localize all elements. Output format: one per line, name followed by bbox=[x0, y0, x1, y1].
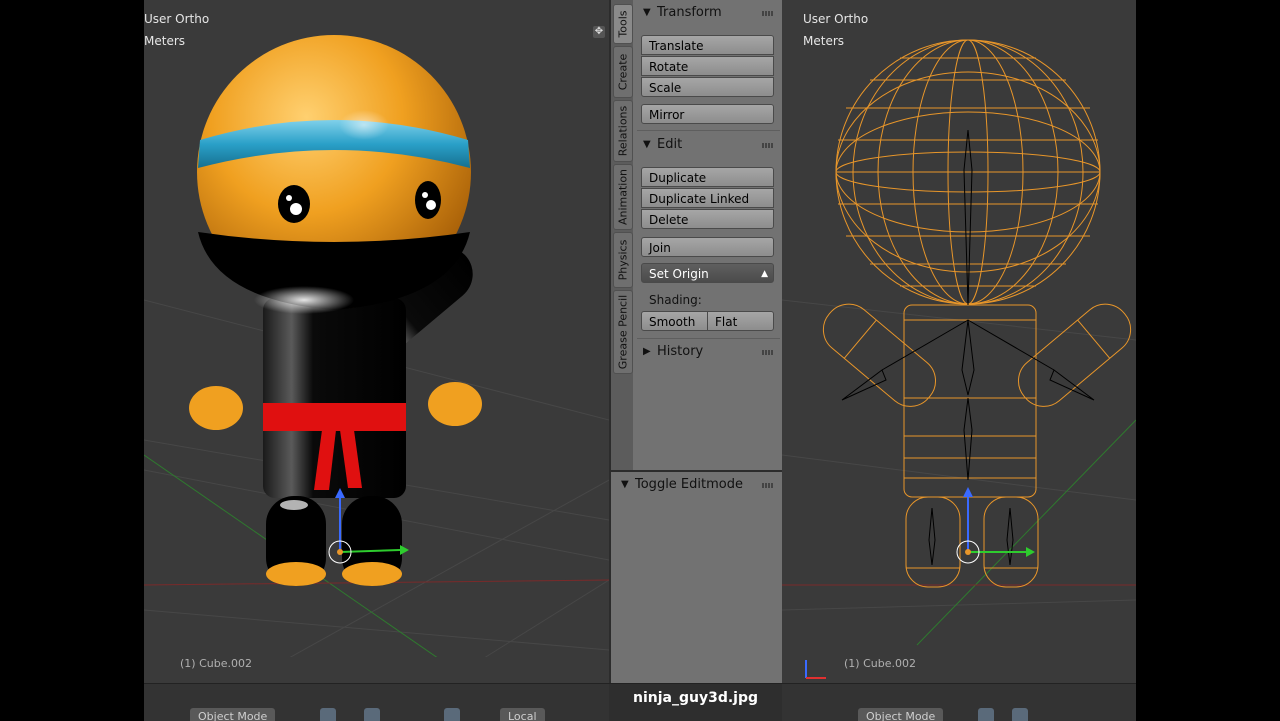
history-panel-header[interactable]: ▶ History bbox=[633, 341, 784, 363]
tools-panel-area: ▼ Transform Translate Rotate Scale Mirro… bbox=[633, 0, 784, 470]
object-mode-dropdown[interactable]: Object Mode bbox=[858, 708, 944, 721]
edit-title: Edit bbox=[657, 137, 683, 152]
transform-panel-header[interactable]: ▼ Transform bbox=[633, 2, 784, 24]
panel-grip-icon[interactable] bbox=[762, 350, 774, 355]
image-caption: ninja_guy3d.jpg bbox=[632, 690, 758, 706]
pivot-point-icon[interactable] bbox=[1012, 708, 1028, 721]
view-mode-label: User Ortho bbox=[144, 12, 210, 26]
viewport-shading-icon[interactable] bbox=[978, 708, 994, 721]
collapse-triangle-icon: ▼ bbox=[621, 479, 629, 490]
orientation-dropdown[interactable]: Local bbox=[500, 708, 545, 721]
updown-arrows-icon: ▲ bbox=[761, 269, 768, 279]
active-object-label: (1) Cube.002 bbox=[844, 657, 916, 670]
viewport-footer: (1) Cube.002 bbox=[144, 657, 609, 683]
duplicate-button[interactable]: Duplicate bbox=[641, 167, 774, 187]
panel-grip-icon[interactable] bbox=[762, 11, 774, 16]
flat-button[interactable]: Flat bbox=[707, 311, 774, 331]
divider bbox=[637, 338, 780, 339]
set-origin-label: Set Origin bbox=[649, 267, 709, 281]
tab-animation[interactable]: Animation bbox=[613, 164, 633, 230]
operator-panel-header[interactable]: ▼ Toggle Editmode bbox=[611, 474, 784, 496]
object-mode-dropdown[interactable]: Object Mode bbox=[190, 708, 276, 721]
set-origin-dropdown[interactable]: Set Origin ▲ bbox=[641, 263, 774, 283]
scale-button[interactable]: Scale bbox=[641, 77, 774, 97]
rotate-button[interactable]: Rotate bbox=[641, 56, 774, 76]
pivot-point-icon[interactable] bbox=[364, 708, 380, 721]
viewport-left-solid[interactable]: User Ortho Meters ✥ (1) Cube.002 bbox=[144, 0, 609, 683]
tab-relations[interactable]: Relations bbox=[613, 100, 633, 162]
units-label: Meters bbox=[803, 34, 845, 48]
edit-panel-header[interactable]: ▼ Edit bbox=[633, 134, 784, 156]
viewport-right-header: Object Mode bbox=[782, 683, 1136, 721]
ninja-solid-render bbox=[144, 35, 609, 683]
transform-title: Transform bbox=[657, 5, 722, 20]
duplicate-linked-button[interactable]: Duplicate Linked bbox=[641, 188, 774, 208]
manipulator-icon[interactable] bbox=[444, 708, 460, 721]
viewport-right-wireframe[interactable]: User Ortho Meters (1) Cube.002 bbox=[782, 0, 1136, 683]
smooth-button[interactable]: Smooth bbox=[641, 311, 708, 331]
join-button[interactable]: Join bbox=[641, 237, 774, 257]
close-icon[interactable]: ✥ bbox=[593, 26, 605, 38]
panel-grip-icon[interactable] bbox=[762, 143, 774, 148]
viewport-footer: (1) Cube.002 bbox=[782, 657, 1136, 683]
collapse-triangle-icon: ▼ bbox=[643, 7, 651, 18]
tab-tools[interactable]: Tools bbox=[613, 4, 633, 44]
divider bbox=[637, 130, 780, 131]
tab-create[interactable]: Create bbox=[613, 46, 633, 98]
collapse-triangle-icon: ▼ bbox=[643, 139, 651, 150]
tab-physics[interactable]: Physics bbox=[613, 232, 633, 288]
viewport-left-header: Object Mode Local bbox=[144, 683, 609, 721]
mirror-button[interactable]: Mirror bbox=[641, 104, 774, 124]
shading-label: Shading: bbox=[649, 293, 702, 307]
tool-shelf: Tools Create Relations Animation Physics… bbox=[609, 0, 784, 685]
toggle-editmode-title: Toggle Editmode bbox=[635, 477, 743, 492]
translate-button[interactable]: Translate bbox=[641, 35, 774, 55]
operator-panel: ▼ Toggle Editmode bbox=[611, 470, 784, 685]
view-mode-label: User Ortho bbox=[803, 12, 869, 26]
tab-grease-pencil[interactable]: Grease Pencil bbox=[613, 290, 633, 374]
expand-triangle-icon: ▶ bbox=[643, 346, 651, 357]
delete-button[interactable]: Delete bbox=[641, 209, 774, 229]
history-title: History bbox=[657, 344, 704, 359]
active-object-label: (1) Cube.002 bbox=[180, 657, 252, 670]
ninja-wireframe-render bbox=[782, 39, 1136, 679]
panel-grip-icon[interactable] bbox=[762, 483, 774, 488]
units-label: Meters bbox=[144, 34, 186, 48]
viewport-shading-icon[interactable] bbox=[320, 708, 336, 721]
